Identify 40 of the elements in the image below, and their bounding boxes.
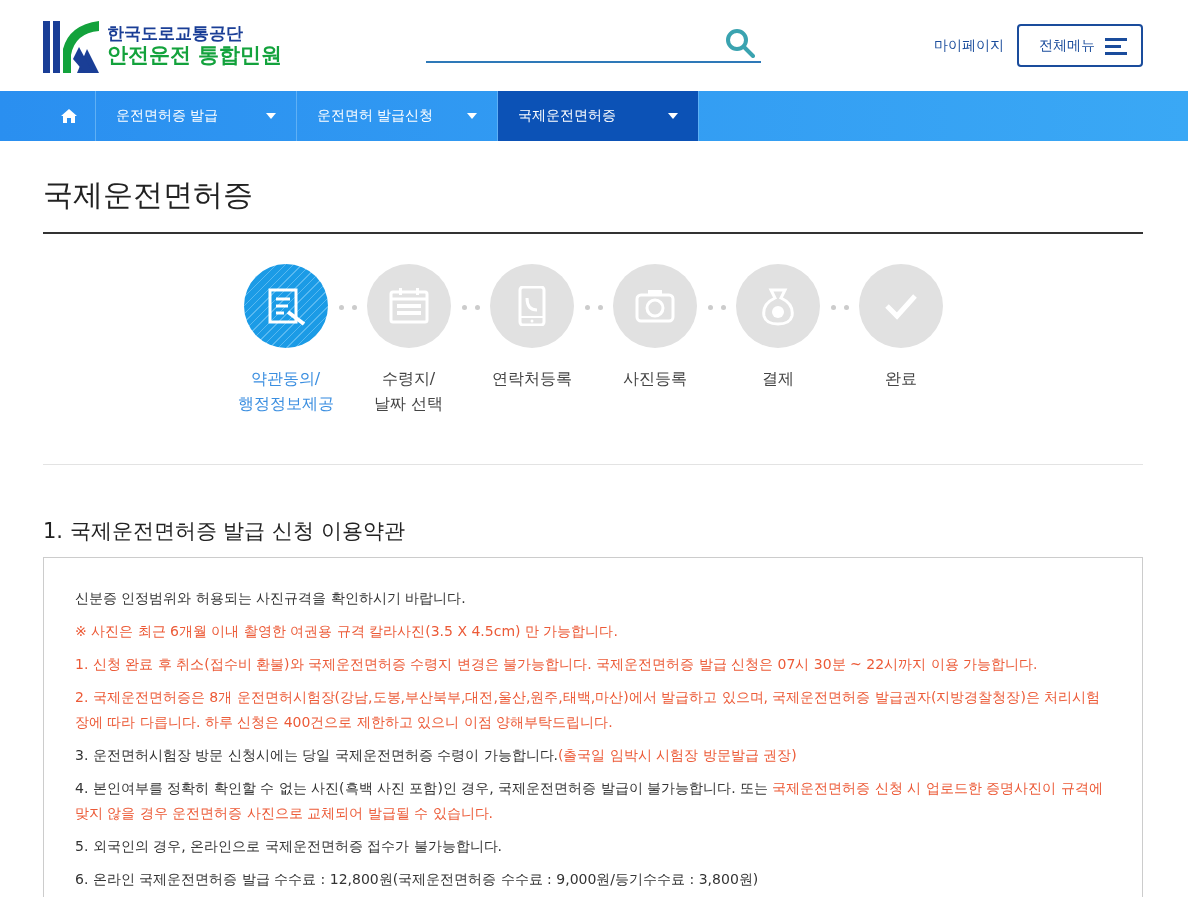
step-label: 완료 [884, 368, 917, 390]
terms-text: 3. 운전면허시험장 방문 신청시에는 당일 국제운전면허증 수령이 가능합니다.(출국일 임박시 시험장 방문발급 권장) [75, 746, 798, 765]
step-label: 수령지/ 날짜 선택 [373, 368, 444, 415]
step-label: 약관동의/ 행정정보제공 [237, 368, 334, 415]
dot-separator [844, 305, 849, 310]
terms-text: 5. 외국인의 경우, 온라인으로 국제운전면허증 접수가 불가능합니다. [75, 837, 503, 856]
search-field[interactable] [426, 28, 761, 63]
dot-separator [721, 305, 726, 310]
dot-separator [708, 305, 713, 310]
caret-icon [266, 113, 276, 119]
step-label: 사진등록 [622, 368, 687, 390]
logo-subtitle: 안전운전 통합민원 [107, 43, 283, 68]
menu-icon [1105, 36, 1127, 55]
caret-icon [467, 113, 477, 119]
section-heading: 1. 국제운전면허증 발급 신청 이용약관 [43, 518, 406, 545]
dot-separator [831, 305, 836, 310]
nav-menu-item[interactable]: 국제운전면허증 [498, 91, 699, 141]
dot-separator [585, 305, 590, 310]
step-label: 결제 [761, 368, 794, 390]
dot-separator [475, 305, 480, 310]
terms-text: ※ 사진은 최근 6개월 이내 촬영한 여권용 규격 칼라사진(3.5 X 4.5cm) 만 가능합니다. [75, 622, 619, 641]
terms-text: 1. 신청 완료 후 취소(접수비 환불)와 국제운전면허증 수령지 변경은 불가능합니다. 국제운전면허증 발급 신청은 07시 30분 ~ 22시까지 이용 가능합니다. [75, 655, 1039, 674]
full-menu-button[interactable]: 전체메뉴 [1017, 24, 1143, 67]
step-label: 연락처등록 [491, 368, 572, 390]
terms-text: 2. 국제운전면허증은 8개 운전면허시험장(강남,도봉,부산북부,대전,울산,원주,태백,마산)에서 발급하고 있으며, 국제운전면허증 발급권자(지방경찰청장)은 처리시험장에 따라 다릅니다. 하루 신청은 400건으로 제한하고 있으니 이점 양해부탁드립니다. [75, 688, 1102, 732]
calendar-icon [388, 286, 429, 326]
dot-separator [339, 305, 344, 310]
dot-separator [352, 305, 357, 310]
terms-text: 6. 온라인 국제운전면허증 발급 수수료 : 12,800원(국제운전면허증 수수료 : 9,000원/등기수수료 : 3,800원) [75, 870, 760, 889]
terms-text: 4. 본인여부를 정확히 확인할 수 없는 사진(흑백 사진 포함)인 경우, 국제운전면허증 발급이 불가능합니다. 또는 국제운전면허증 신청 시 업로드한 증명사진이 규격에 맞지 않을 경우 운전면허증 사진으로 교체되어 발급될 수 있습니다. [75, 779, 1104, 823]
caret-icon [668, 113, 678, 119]
dot-separator [598, 305, 603, 310]
terms-text: 신분증 인정범위와 허용되는 사진규격을 확인하시기 바랍니다. [75, 589, 467, 608]
page-title: 국제운전면허증 [43, 141, 1143, 234]
logo-title: 한국도로교통공단 [107, 23, 244, 44]
home-icon[interactable] [61, 109, 77, 123]
mypage-link[interactable]: 마이페이지 [934, 36, 1004, 55]
logo-icon [43, 18, 99, 73]
dot-separator [462, 305, 467, 310]
search-icon [725, 27, 755, 58]
